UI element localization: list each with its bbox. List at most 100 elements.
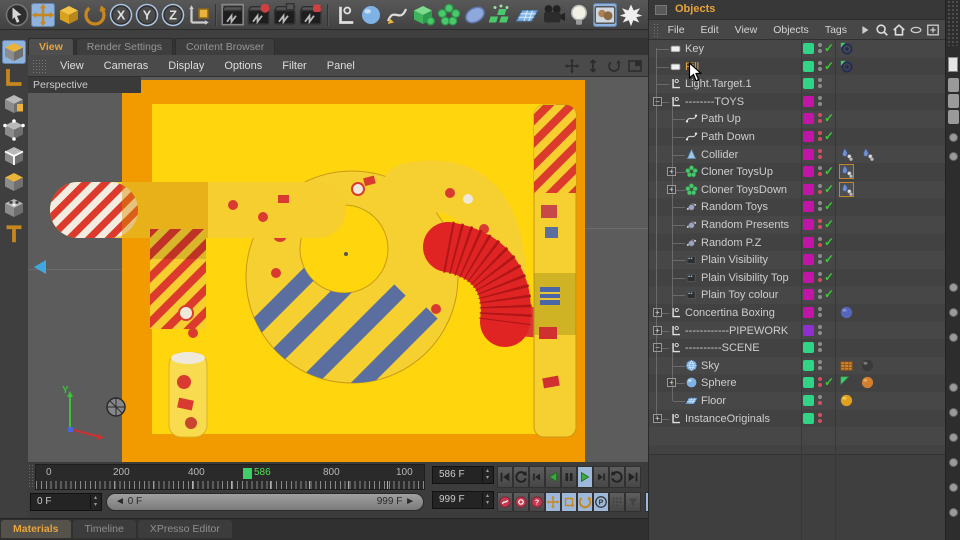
visibility-dots[interactable] bbox=[818, 131, 823, 143]
material-dark-tag-icon[interactable] bbox=[860, 358, 875, 373]
phong-tag-icon[interactable] bbox=[839, 375, 854, 390]
material-orange-tag-icon[interactable] bbox=[860, 375, 875, 390]
objects-menu-view[interactable]: View bbox=[727, 24, 766, 36]
keyframe-selection-button[interactable]: ? bbox=[529, 492, 545, 512]
enabled-check-icon[interactable]: ✓ bbox=[824, 375, 834, 389]
layer-color-chip[interactable] bbox=[803, 219, 814, 230]
make-editable-icon[interactable] bbox=[2, 40, 26, 64]
object-label[interactable]: Cloner ToysUp bbox=[701, 166, 773, 178]
visibility-dots[interactable] bbox=[818, 78, 823, 90]
tree-row[interactable]: Path Up ✓ bbox=[649, 110, 945, 128]
visibility-dots[interactable] bbox=[818, 148, 823, 161]
enabled-check-icon[interactable]: ✓ bbox=[824, 182, 834, 196]
object-label[interactable]: Cloner ToysDown bbox=[701, 184, 787, 196]
dynamics-tag-framed-icon[interactable] bbox=[839, 181, 854, 197]
enabled-check-icon[interactable]: ✓ bbox=[824, 270, 834, 284]
layer-color-chip[interactable] bbox=[803, 183, 814, 195]
tree-row[interactable]: Plain Visibility Top ✓ bbox=[649, 269, 945, 287]
expand-toggle[interactable]: + bbox=[653, 308, 662, 317]
record-position-button[interactable] bbox=[545, 492, 561, 512]
visibility-dots[interactable] bbox=[818, 271, 823, 284]
enabled-check-icon[interactable]: ✓ bbox=[824, 287, 834, 301]
render-view-icon[interactable] bbox=[221, 3, 245, 27]
layer-color-chip[interactable] bbox=[803, 254, 814, 266]
menubar-grip[interactable] bbox=[653, 22, 658, 37]
record-scale-button[interactable] bbox=[561, 492, 577, 512]
play-backwards-button[interactable] bbox=[545, 466, 561, 488]
layer-color-chip[interactable] bbox=[803, 324, 814, 336]
range-left-arrow-icon[interactable]: ◄ bbox=[115, 496, 125, 507]
spline-pen-icon[interactable] bbox=[385, 3, 409, 27]
tab-render-settings[interactable]: Render Settings bbox=[75, 38, 174, 55]
visibility-dots[interactable] bbox=[818, 342, 823, 354]
material-blue-tag-icon[interactable] bbox=[839, 305, 854, 320]
expand-toggle[interactable]: − bbox=[653, 96, 662, 106]
floor-object-icon[interactable] bbox=[515, 3, 539, 27]
visibility-dots[interactable] bbox=[818, 43, 823, 55]
tree-row[interactable]: + Sphere ✓ bbox=[649, 374, 945, 392]
visibility-dots[interactable] bbox=[818, 395, 823, 407]
tree-row[interactable]: − ----------SCENE bbox=[649, 339, 945, 357]
enabled-check-icon[interactable]: ✓ bbox=[824, 111, 834, 125]
layer-color-chip[interactable] bbox=[803, 342, 814, 354]
edges-mode-icon[interactable] bbox=[2, 144, 26, 168]
edge-button[interactable] bbox=[948, 110, 959, 124]
viewport-menu-cameras[interactable]: Cameras bbox=[94, 60, 159, 72]
tab-view[interactable]: View bbox=[28, 38, 74, 55]
layer-color-chip[interactable] bbox=[803, 236, 814, 248]
tab-content-browser[interactable]: Content Browser bbox=[175, 38, 276, 55]
visibility-dots[interactable] bbox=[818, 113, 823, 125]
null-object-icon[interactable] bbox=[333, 3, 357, 27]
next-frame-button[interactable] bbox=[593, 466, 609, 488]
menubar-grip[interactable] bbox=[32, 58, 46, 73]
record-rotation-button[interactable] bbox=[577, 492, 593, 512]
bottom-tab-timeline[interactable]: Timeline bbox=[72, 520, 136, 538]
submenu-arrow-icon[interactable] bbox=[858, 23, 872, 37]
objects-menu-objects[interactable]: Objects bbox=[765, 24, 817, 36]
object-label[interactable]: --------TOYS bbox=[685, 96, 744, 108]
visibility-dots[interactable] bbox=[818, 219, 823, 231]
points-mode-icon[interactable] bbox=[2, 118, 26, 142]
move-tool-icon[interactable] bbox=[31, 2, 55, 27]
enabled-check-icon[interactable]: ✓ bbox=[824, 199, 834, 213]
end-frame-field[interactable]: 999 F ▴ ▾ bbox=[432, 491, 494, 509]
dynamics-tag-icon[interactable] bbox=[860, 147, 875, 162]
object-label[interactable]: Sphere bbox=[701, 377, 736, 389]
expand-toggle[interactable]: − bbox=[653, 343, 662, 353]
visibility-dots[interactable] bbox=[818, 359, 823, 372]
object-label[interactable]: ------------PIPEWORK bbox=[685, 325, 788, 337]
objects-menu-file[interactable]: File bbox=[660, 24, 693, 36]
dolly-icon[interactable] bbox=[585, 58, 601, 74]
tree-row[interactable]: Random P.Z ✓ bbox=[649, 234, 945, 252]
enabled-check-icon[interactable]: ✓ bbox=[824, 59, 834, 73]
viewport-menu-view[interactable]: View bbox=[50, 60, 94, 72]
current-frame-field[interactable]: 586 F ▴ ▾ bbox=[432, 466, 494, 484]
object-label[interactable]: InstanceOriginals bbox=[685, 413, 770, 425]
object-label[interactable]: Path Up bbox=[701, 113, 741, 125]
edge-button[interactable] bbox=[948, 94, 959, 108]
home-icon[interactable] bbox=[892, 23, 906, 37]
render-picture-viewer-icon[interactable] bbox=[247, 3, 271, 27]
toggle-view-icon[interactable] bbox=[627, 58, 643, 74]
object-label[interactable]: Random Presents bbox=[701, 219, 789, 231]
tree-row[interactable]: − --------TOYS bbox=[649, 93, 945, 111]
visibility-dots[interactable] bbox=[818, 95, 823, 108]
previous-key-button[interactable] bbox=[513, 466, 529, 488]
field-icon[interactable] bbox=[489, 3, 513, 27]
tree-row[interactable]: Path Down ✓ bbox=[649, 128, 945, 146]
generator-icon[interactable] bbox=[411, 3, 435, 27]
preview-range-slider[interactable]: ◄ 0 F 999 F ► bbox=[106, 493, 424, 511]
orbit-icon[interactable] bbox=[606, 58, 622, 74]
mograph-cloner-icon[interactable] bbox=[437, 3, 461, 27]
viewport-menu-panel[interactable]: Panel bbox=[317, 60, 365, 72]
lock-x-icon[interactable]: X bbox=[109, 3, 133, 27]
layer-color-chip[interactable] bbox=[803, 43, 814, 54]
goto-start-button[interactable] bbox=[497, 466, 513, 488]
visibility-dots[interactable] bbox=[818, 412, 823, 425]
lock-z-icon[interactable]: Z bbox=[161, 3, 185, 27]
tree-row[interactable]: Plain Visibility ✓ bbox=[649, 251, 945, 269]
object-label[interactable]: Sky bbox=[701, 360, 719, 372]
target-tag-icon[interactable] bbox=[839, 41, 854, 56]
layer-color-chip[interactable] bbox=[803, 166, 814, 178]
visibility-dots[interactable] bbox=[818, 377, 823, 389]
